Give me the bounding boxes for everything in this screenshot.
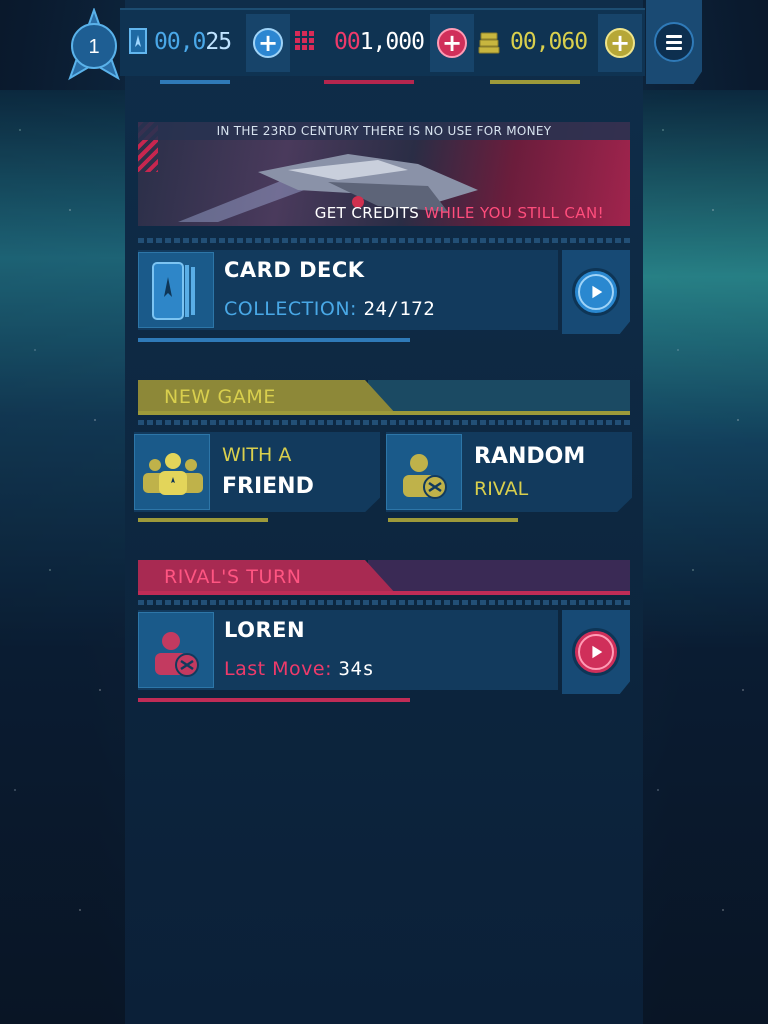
- latinum-counter: 00,060: [478, 14, 588, 70]
- collection-progress: COLLECTION: 24/172: [224, 298, 436, 320]
- credit-chips-icon: [295, 31, 314, 50]
- add-latinum-button[interactable]: +: [598, 14, 642, 72]
- resume-rival-game-button[interactable]: [562, 610, 630, 694]
- banner-cta: GET CREDITS WHILE YOU STILL CAN!: [314, 204, 604, 222]
- open-card-deck-button[interactable]: [562, 250, 630, 334]
- credits-counter: 001,000: [294, 14, 425, 70]
- friends-group-icon: [143, 453, 203, 495]
- menu-button[interactable]: [646, 0, 702, 84]
- plus-icon: +: [605, 28, 635, 58]
- add-cards-button[interactable]: +: [246, 14, 290, 72]
- rival-underline: [138, 698, 410, 702]
- rivals-turn-rule: [138, 591, 630, 595]
- random-rival-icon: [403, 454, 447, 499]
- random-avatar: [386, 434, 462, 510]
- new-game-label: NEW GAME: [164, 386, 276, 408]
- rank-number: 1: [88, 36, 100, 58]
- random-line1: RANDOM: [474, 444, 586, 469]
- card-deck-title: CARD DECK: [224, 258, 365, 282]
- space-background-left: [0, 90, 125, 1024]
- last-move: Last Move: 34s: [224, 658, 375, 680]
- play-icon: [572, 628, 620, 676]
- play-icon: [572, 268, 620, 316]
- friend-line2: FRIEND: [222, 474, 314, 499]
- random-underline: [388, 518, 518, 522]
- divider: [138, 420, 630, 425]
- divider: [138, 238, 630, 243]
- latinum-bars-icon: [478, 32, 500, 54]
- divider: [138, 600, 630, 605]
- card-deck-icon: [152, 262, 195, 320]
- hamburger-menu-icon: [654, 22, 694, 62]
- card-deck-underline: [138, 338, 410, 342]
- rivals-turn-label: RIVAL'S TURN: [164, 566, 302, 588]
- banner-headline: IN THE 23RD CENTURY THERE IS NO USE FOR …: [138, 122, 630, 140]
- card-deck-thumbnail: [138, 252, 214, 328]
- credits-value: 001,000: [334, 29, 425, 55]
- plus-icon: +: [437, 28, 467, 58]
- top-bar: 1 00,025 + 001,000 + 00,060 +: [0, 0, 768, 86]
- play-with-friend-button[interactable]: WITH A FRIEND: [134, 432, 380, 512]
- opponent-name: LOREN: [224, 618, 306, 642]
- credits-underline: [324, 80, 414, 84]
- cards-underline: [160, 80, 230, 84]
- rank-badge[interactable]: 1: [66, 6, 122, 82]
- rivals-turn-header: RIVAL'S TURN: [138, 560, 630, 594]
- latinum-value: 00,060: [510, 29, 588, 55]
- friend-avatar: [134, 434, 210, 510]
- rival-avatar: [138, 612, 214, 688]
- new-game-rule: [138, 411, 630, 415]
- rival-game-row[interactable]: LOREN Last Move: 34s: [138, 610, 558, 690]
- new-game-header: NEW GAME: [138, 380, 630, 414]
- play-random-rival-button[interactable]: RANDOM RIVAL: [386, 432, 632, 512]
- latinum-underline: [490, 80, 580, 84]
- card-pack-icon: [129, 28, 147, 54]
- space-background-right: [643, 90, 768, 1024]
- get-credits-banner[interactable]: IN THE 23RD CENTURY THERE IS NO USE FOR …: [138, 122, 630, 226]
- random-line2: RIVAL: [474, 478, 529, 500]
- friend-line1: WITH A: [222, 444, 292, 466]
- friend-underline: [138, 518, 268, 522]
- plus-icon: +: [253, 28, 283, 58]
- card-deck-row[interactable]: CARD DECK COLLECTION: 24/172: [138, 250, 558, 330]
- rival-player-icon: [155, 632, 199, 677]
- cards-counter: 00,025: [128, 14, 232, 70]
- add-credits-button[interactable]: +: [430, 14, 474, 72]
- cards-value: 00,025: [154, 29, 232, 55]
